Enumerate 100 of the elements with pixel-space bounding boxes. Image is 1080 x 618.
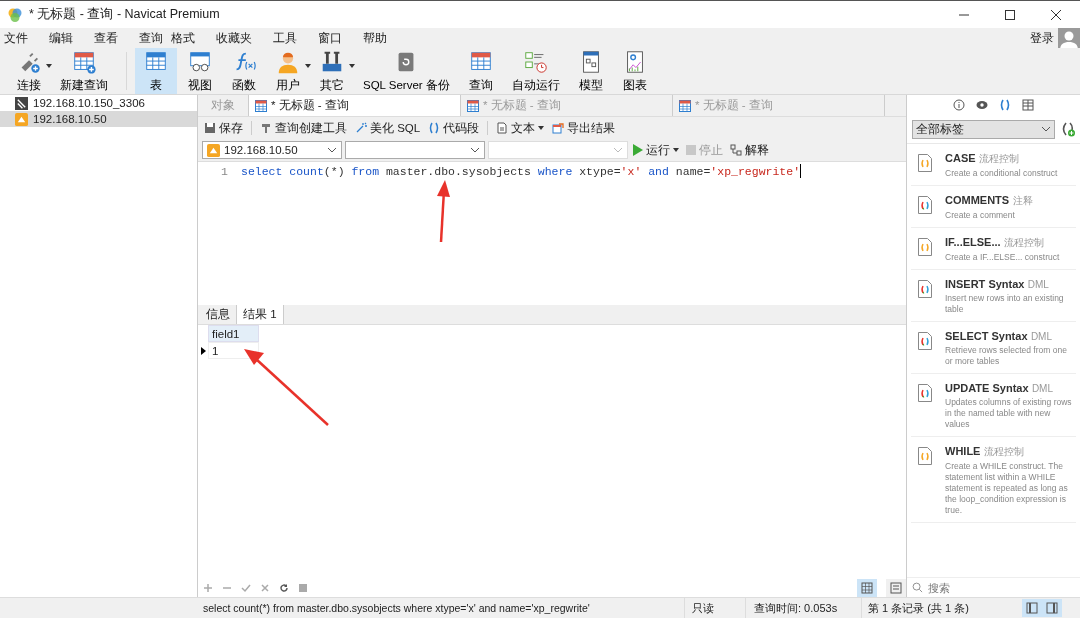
maximize-icon[interactable] bbox=[1004, 8, 1016, 21]
app-logo-icon bbox=[7, 6, 23, 23]
columns-icon[interactable] bbox=[1022, 99, 1034, 111]
play-icon bbox=[633, 144, 643, 156]
table-icon bbox=[679, 99, 691, 112]
toolbar-button[interactable]: 查询 bbox=[459, 48, 502, 94]
chevron-down-icon bbox=[1041, 126, 1051, 132]
menu-item[interactable]: 编辑 bbox=[49, 30, 73, 46]
status-sql: select count(*) from master.dbo.sysobjects where xtype='x' and name='xp_regwrite' bbox=[0, 598, 685, 618]
snippet-file-icon bbox=[918, 280, 932, 298]
tree-icon bbox=[730, 144, 742, 156]
snippet-file-icon bbox=[918, 196, 932, 214]
stop-icon[interactable] bbox=[298, 582, 308, 593]
editor-toolbar-button[interactable]: 美化 SQL bbox=[353, 120, 423, 136]
line-number: 1 bbox=[220, 164, 229, 178]
connection-item[interactable]: 192.168.10.150_3306 bbox=[0, 95, 197, 111]
caret-icon bbox=[305, 64, 311, 68]
result-tab[interactable]: 结果 1 bbox=[236, 304, 284, 324]
toolbar-button[interactable]: 其它 bbox=[311, 48, 353, 94]
snippet-description: Create a conditional construct bbox=[945, 168, 1058, 179]
panel-right-icon[interactable] bbox=[1042, 599, 1062, 617]
snippet-item[interactable]: IF...ELSE... 流程控制 Create a IF...ELSE... construct bbox=[911, 228, 1076, 270]
server-icon bbox=[15, 96, 28, 110]
caret-icon bbox=[673, 148, 679, 152]
toolbar-button[interactable]: 新建查询 bbox=[52, 48, 116, 94]
menu-item[interactable]: 工具 bbox=[273, 30, 297, 46]
status-mode: 只读 bbox=[685, 598, 746, 618]
document-icon bbox=[496, 122, 509, 134]
window-title: * 无标题 - 查询 - Navicat Premium bbox=[29, 6, 220, 23]
menu-item[interactable]: 窗口 bbox=[318, 30, 342, 46]
add-snippet-icon[interactable] bbox=[1061, 121, 1075, 137]
snippet-title: WHILE bbox=[945, 445, 981, 457]
close-icon[interactable] bbox=[1050, 8, 1062, 21]
snippet-tag: 流程控制 bbox=[983, 446, 1024, 457]
check-icon[interactable] bbox=[241, 582, 251, 593]
toolbar-button[interactable]: 自动运行 bbox=[503, 48, 568, 94]
snippet-item[interactable]: INSERT Syntax DML Insert new rows into an existing table bbox=[911, 270, 1076, 322]
menu-item[interactable]: 查询 bbox=[139, 30, 163, 46]
snippet-description: Create a comment bbox=[945, 210, 1016, 221]
toolbar-button[interactable]: 连接 bbox=[8, 48, 50, 94]
parentheses-icon[interactable] bbox=[999, 99, 1011, 111]
editor-toolbar-button[interactable]: 代码段 bbox=[426, 120, 482, 136]
snippet-item[interactable]: COMMENTS 注释 Create a comment bbox=[911, 186, 1076, 228]
toolbar-button[interactable]: 表 bbox=[135, 48, 177, 94]
editor-toolbar-button[interactable]: 导出结果 bbox=[550, 120, 618, 136]
eye-icon[interactable] bbox=[976, 99, 988, 111]
snippet-item[interactable]: CASE 流程控制 Create a conditional construct bbox=[911, 144, 1076, 186]
result-tab[interactable]: 信息 bbox=[200, 305, 236, 324]
snippet-tag: 注释 bbox=[1012, 195, 1033, 206]
add-icon[interactable] bbox=[203, 582, 213, 593]
editor-toolbar-button[interactable]: 保存 bbox=[202, 120, 245, 136]
panel-left-icon[interactable] bbox=[1022, 599, 1042, 617]
toolbar-button[interactable]: 模型 bbox=[569, 48, 612, 94]
snippet-item[interactable]: SELECT Syntax DML Retrieve rows selected from one or more tables bbox=[911, 322, 1076, 374]
snippet-tag: DML bbox=[1027, 279, 1049, 290]
toolbar-button[interactable]: 函数 bbox=[223, 48, 265, 94]
column-header[interactable]: field1 bbox=[208, 325, 259, 342]
login-link[interactable]: 登录 bbox=[1030, 30, 1054, 46]
snippet-item[interactable]: UPDATE Syntax DML Updates columns of existing rows in the named table with new values bbox=[911, 374, 1076, 437]
text-cursor bbox=[800, 164, 802, 178]
editor-toolbar-button[interactable]: 查询创建工具 bbox=[258, 120, 349, 136]
toolbar-button[interactable]: 视图 bbox=[179, 48, 221, 94]
snippet-title: INSERT Syntax bbox=[945, 278, 1025, 290]
connection-item[interactable]: 192.168.10.50 bbox=[0, 111, 197, 127]
tag-filter-dropdown[interactable]: 全部标签 bbox=[912, 119, 1055, 139]
status-record-count: 第 1 条记录 (共 1 条) bbox=[867, 600, 970, 616]
stop-icon bbox=[686, 145, 696, 155]
toolbar-button[interactable]: SQL Server 备份 bbox=[355, 48, 458, 94]
save-icon bbox=[204, 122, 216, 134]
menu-item[interactable]: 收藏夹 bbox=[216, 30, 252, 46]
snippet-file-icon bbox=[918, 384, 932, 402]
hammer-icon bbox=[260, 122, 272, 134]
code-line: select count(*) from master.dbo.sysobjects where xtype='x' and name='xp_regwrite' bbox=[241, 164, 801, 178]
snippet-tag: DML bbox=[1031, 383, 1053, 394]
avatar-icon[interactable] bbox=[1058, 28, 1080, 50]
database-dropdown[interactable] bbox=[345, 141, 485, 159]
caret-icon bbox=[349, 64, 355, 68]
server-icon bbox=[15, 112, 28, 126]
refresh-icon[interactable] bbox=[279, 582, 289, 593]
chevron-down-icon bbox=[327, 147, 337, 153]
status-query-time: 查询时间: 0.053s bbox=[746, 598, 862, 618]
query-tab[interactable]: * 无标题 - 查询 bbox=[249, 95, 461, 116]
run-button[interactable]: 运行 bbox=[631, 142, 681, 158]
grid-view-icon[interactable] bbox=[857, 578, 877, 597]
explain-button[interactable]: 解释 bbox=[728, 142, 771, 158]
snippet-title: SELECT Syntax bbox=[945, 330, 1028, 342]
menu-item[interactable]: 帮助 bbox=[363, 30, 387, 46]
info-icon[interactable] bbox=[953, 99, 965, 111]
database-dropdown[interactable]: 192.168.10.50 bbox=[202, 141, 342, 159]
menu-item[interactable]: 文件 bbox=[4, 30, 28, 46]
snippet-item[interactable]: WHILE 流程控制 Create a WHILE construct. The statement list within a WHILE statement is repeated as long as the loop_condition expression is true. bbox=[911, 437, 1076, 523]
sparkle-icon bbox=[355, 122, 367, 134]
menu-item[interactable]: 格式 bbox=[171, 30, 195, 46]
menu-item[interactable]: 查看 bbox=[94, 30, 118, 46]
form-view-icon[interactable] bbox=[886, 578, 906, 597]
toolbar-button[interactable]: 用户 bbox=[267, 48, 309, 94]
snippet-tag: 流程控制 bbox=[978, 153, 1019, 164]
snippet-description: Insert new rows into an existing table bbox=[945, 293, 1065, 315]
editor-toolbar-button[interactable]: 文本 bbox=[494, 120, 547, 136]
toolbar-button[interactable]: 图表 bbox=[613, 48, 656, 94]
